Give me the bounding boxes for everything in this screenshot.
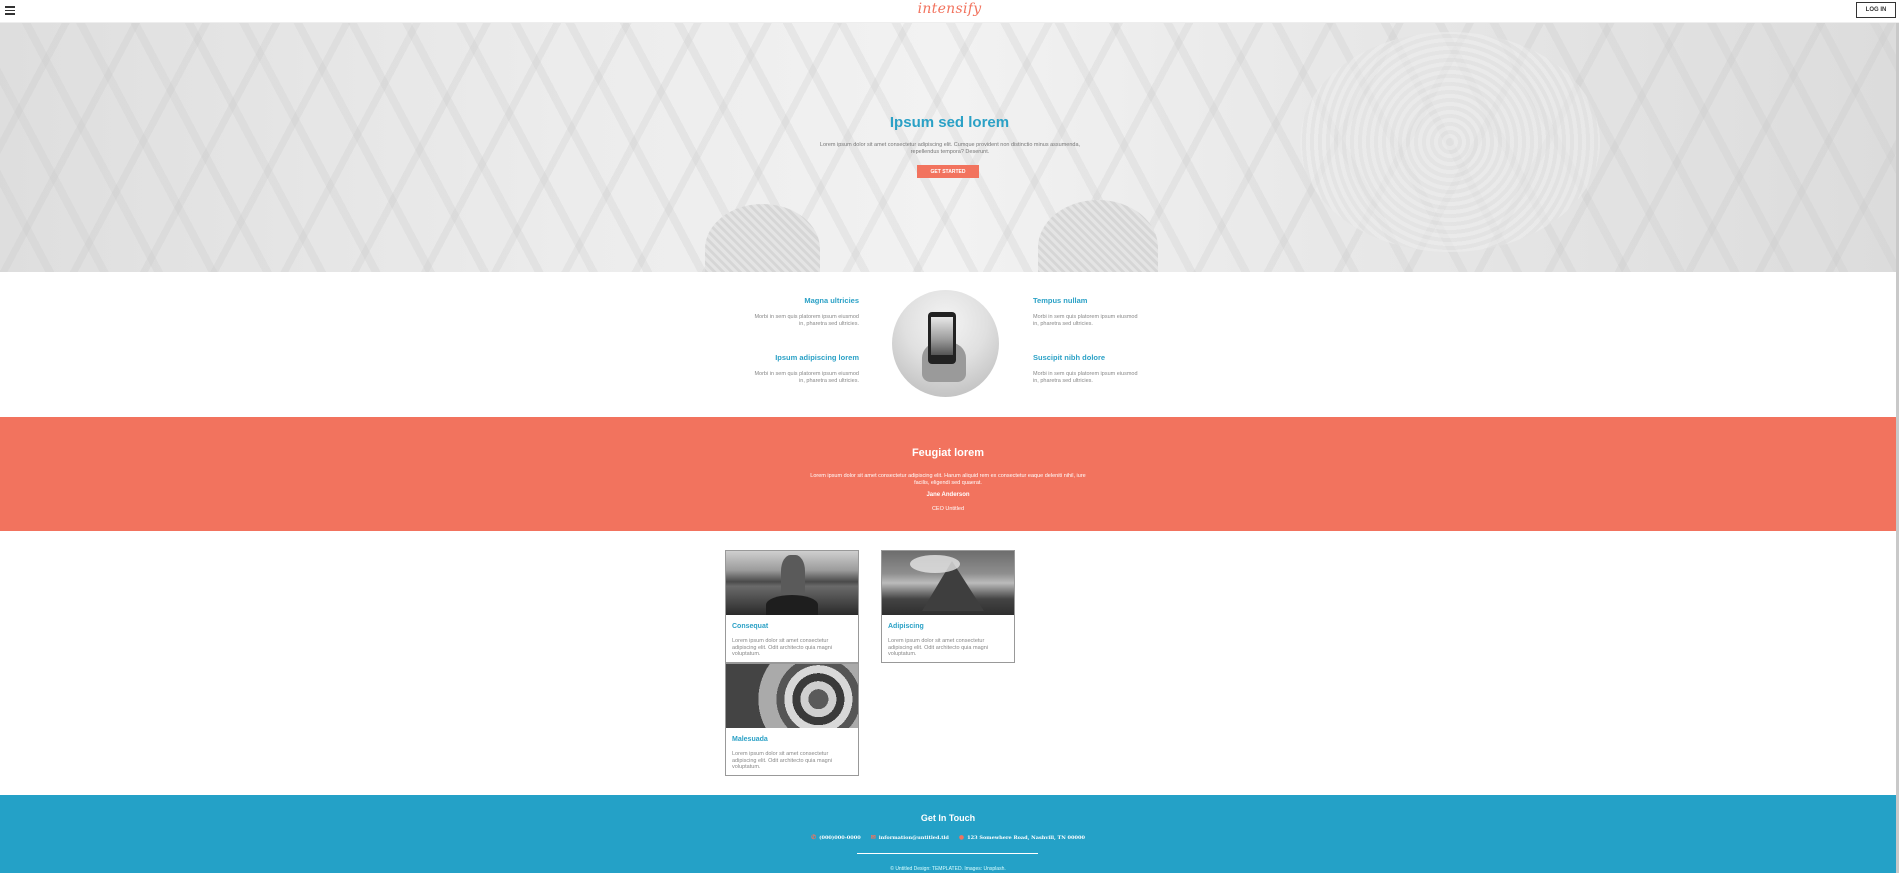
site-header: intensify LOG IN: [0, 0, 1899, 23]
contact-email-text: information@untitled.tld: [878, 834, 949, 841]
testimonial-role: CEO Untitled: [931, 506, 965, 512]
feature-title: Tempus nullam: [1033, 296, 1088, 305]
feature-text: Morbi in sem quis platorem ipsum eiusmod…: [1033, 314, 1138, 327]
card-adipiscing[interactable]: Adipiscing Lorem ipsum dolor sit amet co…: [881, 550, 1015, 663]
card-title: Malesuada: [732, 736, 768, 743]
card-malesuada[interactable]: Malesuada Lorem ipsum dolor sit amet con…: [725, 663, 859, 776]
copyright-text: © Untitled Design: TEMPLATED. Images: Un…: [890, 866, 1006, 872]
feature-text: Morbi in sem quis platorem ipsum eiusmod…: [1033, 371, 1138, 384]
get-started-button[interactable]: GET STARTED: [917, 165, 979, 178]
hero-background-speaker: [1300, 32, 1600, 252]
testimonial-quote: Lorem ipsum dolor sit amet consectetur a…: [810, 473, 1086, 486]
feature-text: Morbi in sem quis platorem ipsum eiusmod…: [754, 314, 859, 327]
card-text: Lorem ipsum dolor sit amet consectetur a…: [732, 638, 832, 657]
contact-address: ● 123 Somewhere Road, Nashvill, TN 00000: [959, 834, 1085, 841]
footer-title: Get In Touch: [920, 813, 976, 823]
feature-title: Magna ultricies: [804, 296, 859, 305]
contact-phone-text: (000)000-0000: [819, 834, 861, 841]
hero-background-shoe-right: [1038, 200, 1158, 272]
site-logo[interactable]: intensify: [0, 1, 1899, 17]
hero-title: Ipsum sed lorem: [889, 114, 1010, 131]
footer: Get In Touch ✆ (000)000-0000 ✉ informati…: [0, 795, 1896, 873]
login-button[interactable]: LOG IN: [1856, 2, 1896, 18]
testimonial-title: Feugiat lorem: [911, 447, 985, 459]
feature-title: Suscipit nibh dolore: [1033, 353, 1106, 362]
phone-icon: ✆: [811, 834, 817, 841]
footer-divider: [857, 853, 1038, 854]
card-text: Lorem ipsum dolor sit amet consectetur a…: [888, 638, 988, 657]
hero-description: Lorem ipsum dolor sit amet consectetur a…: [819, 142, 1081, 155]
card-image-mountain: [882, 551, 1014, 615]
testimonial-author: Jane Anderson: [926, 492, 970, 498]
envelope-icon: ✉: [870, 834, 876, 841]
card-text: Lorem ipsum dolor sit amet consectetur a…: [732, 751, 832, 770]
card-image-wheel: [726, 664, 858, 728]
card-image-kayak: [726, 551, 858, 615]
card-title: Consequat: [732, 623, 769, 630]
map-pin-icon: ●: [958, 834, 965, 841]
card-title: Adipiscing: [888, 623, 924, 630]
hero-background-shoe-left: [705, 204, 820, 272]
contact-address-text: 123 Somewhere Road, Nashvill, TN 00000: [967, 834, 1085, 841]
phone-screen: [931, 317, 953, 355]
contact-row: ✆ (000)000-0000 ✉ information@untitled.t…: [0, 834, 1896, 841]
smartphone-icon: [928, 312, 956, 364]
phone-in-hand-image: [892, 290, 999, 397]
card-consequat[interactable]: Consequat Lorem ipsum dolor sit amet con…: [725, 550, 859, 663]
contact-phone[interactable]: ✆ (000)000-0000: [811, 834, 861, 841]
testimonial-section: Feugiat lorem Lorem ipsum dolor sit amet…: [0, 417, 1896, 531]
feature-text: Morbi in sem quis platorem ipsum eiusmod…: [754, 371, 859, 384]
contact-email[interactable]: ✉ information@untitled.tld: [871, 834, 949, 841]
feature-title: Ipsum adipiscing lorem: [775, 353, 859, 362]
